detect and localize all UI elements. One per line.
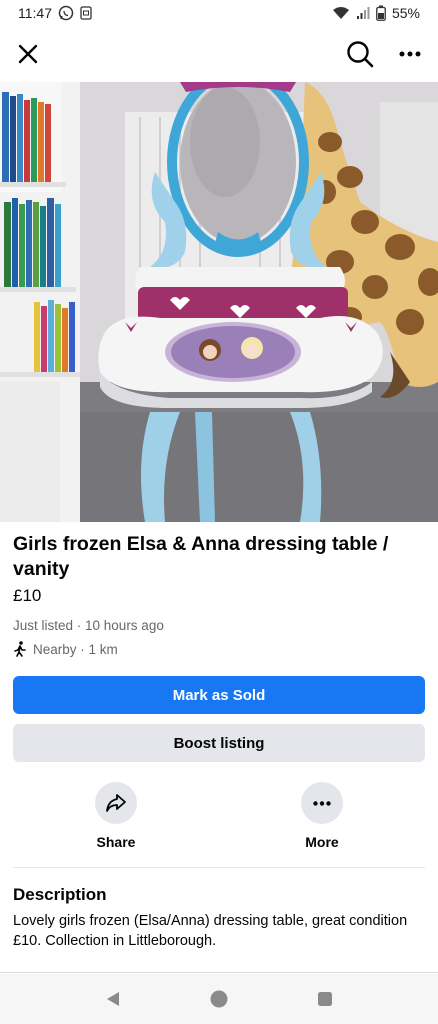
recents-icon [318,992,332,1006]
top-bar [0,30,438,78]
search-button[interactable] [344,38,376,70]
share-icon [106,794,126,812]
listing-photo-illustration [0,82,438,522]
status-time: 11:47 [18,5,52,21]
share-button[interactable]: Share [76,782,156,850]
battery-icon [376,5,386,21]
notification-icon [80,6,92,20]
share-circle [95,782,137,824]
action-row: Share More [0,782,438,854]
top-bar-actions [344,38,426,70]
listing-info: Girls frozen Elsa & Anna dressing table … [13,532,425,657]
mark-as-sold-button[interactable]: Mark as Sold [13,676,425,714]
whatsapp-icon [58,5,74,21]
more-icon [399,51,421,57]
more-options-button[interactable] [394,38,426,70]
listing-location: Nearby · 1 km [13,641,425,657]
battery-level: 55% [391,5,420,21]
walking-icon [14,641,26,657]
divider [13,867,425,868]
search-icon [347,41,374,68]
status-bar: 11:47 55% [0,0,438,26]
signal-icon [356,6,370,20]
status-left: 11:47 [18,5,92,21]
boost-listing-button[interactable]: Boost listing [13,724,425,762]
status-right: 55% [332,5,420,21]
system-nav-bar [0,974,438,1024]
back-button[interactable] [93,979,133,1019]
listing-photo[interactable] [0,82,438,522]
listing-time: Just listed · 10 hours ago [13,618,164,633]
back-icon [107,992,119,1006]
bottom-divider [0,972,438,973]
location-text: Nearby · 1 km [33,641,118,657]
home-icon [210,990,228,1008]
more-button[interactable]: More [282,782,362,850]
close-button[interactable] [12,38,44,70]
wifi-icon [332,6,350,20]
recents-button[interactable] [305,979,345,1019]
more-circle [301,782,343,824]
more-label: More [305,834,339,850]
close-icon [18,44,38,64]
home-button[interactable] [199,979,239,1019]
description-heading: Description [13,885,107,904]
share-label: Share [96,834,136,850]
more-horizontal-icon [313,800,331,806]
description-section: Description Lovely girls frozen (Elsa/An… [13,885,425,951]
description-body: Lovely girls frozen (Elsa/Anna) dressing… [13,913,408,949]
listing-price: £10 [13,586,42,605]
listing-title: Girls frozen Elsa & Anna dressing table … [13,533,389,580]
